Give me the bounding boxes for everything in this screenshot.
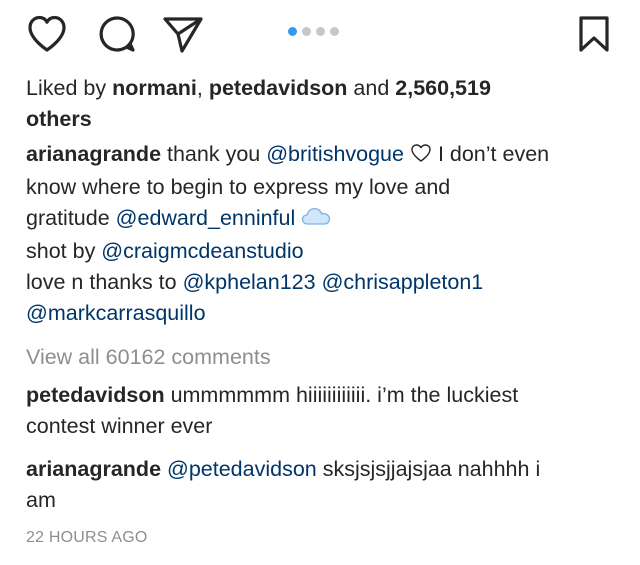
cloud-icon (301, 205, 331, 236)
likes-separator: , (196, 76, 209, 100)
mention-link[interactable]: @kphelan123 (183, 270, 316, 294)
caption-text: love n thanks to (26, 270, 183, 294)
comment-item: petedavidson ummmmmm hiiiiiiiiiiii. i’m … (26, 380, 616, 442)
carousel-dot (302, 26, 311, 36)
mention-link[interactable]: @craigmcdeanstudio (101, 239, 303, 263)
likes-count-link[interactable]: 2,560,519 (395, 76, 491, 100)
white-heart-icon (410, 141, 432, 172)
carousel-dot (330, 26, 339, 36)
likes-summary: Liked by normani, petedavidson and 2,560… (26, 73, 616, 135)
liker-username-link[interactable]: petedavidson (209, 76, 348, 100)
post-timestamp: 22 HOURS AGO (26, 529, 148, 546)
likes-prefix: Liked by (26, 76, 113, 100)
carousel-dot-active (288, 26, 297, 36)
bookmark-icon[interactable] (576, 14, 612, 54)
post-caption: arianagrande thank you @britishvogue I d… (26, 139, 616, 329)
comment-username-link[interactable]: petedavidson (26, 383, 165, 407)
caption-text: shot by (26, 239, 102, 263)
comment-bubble-icon[interactable] (97, 14, 137, 54)
carousel-indicator (288, 26, 339, 36)
mention-link[interactable]: @britishvogue (266, 142, 404, 166)
liker-username-link[interactable]: normani (112, 76, 197, 100)
carousel-dot (316, 26, 325, 36)
comment-text: am (26, 488, 56, 512)
caption-text: know where to begin to express my love a… (26, 175, 451, 199)
comment-item: arianagrande @petedavidson sksjsjsjjajsj… (26, 454, 616, 516)
caption-username-link[interactable]: arianagrande (26, 142, 161, 166)
paper-plane-icon[interactable] (162, 14, 204, 54)
view-all-comments-link[interactable]: View all 60162 comments (26, 342, 616, 373)
caption-text: gratitude (26, 206, 116, 230)
mention-link[interactable]: @edward_enninful (116, 206, 296, 230)
comment-text: sksjsjsjjajsjaa nahhhh i (316, 457, 541, 481)
likes-conjunction: and (347, 76, 396, 100)
mention-link[interactable]: @chrisappleton1 (322, 270, 484, 294)
comment-username-link[interactable]: arianagrande (26, 457, 161, 481)
mention-link[interactable]: @markcarrasquillo (26, 301, 206, 325)
mention-link[interactable]: @petedavidson (167, 457, 317, 481)
heart-icon[interactable] (26, 14, 68, 54)
caption-text: thank you (161, 142, 267, 166)
caption-text: I don’t even (431, 142, 550, 166)
comment-text: contest winner ever (26, 414, 213, 438)
post-action-bar (0, 0, 640, 70)
likes-others-link[interactable]: others (26, 104, 616, 135)
comment-text: ummmmmm hiiiiiiiiiiii. i’m the luckiest (164, 383, 519, 407)
